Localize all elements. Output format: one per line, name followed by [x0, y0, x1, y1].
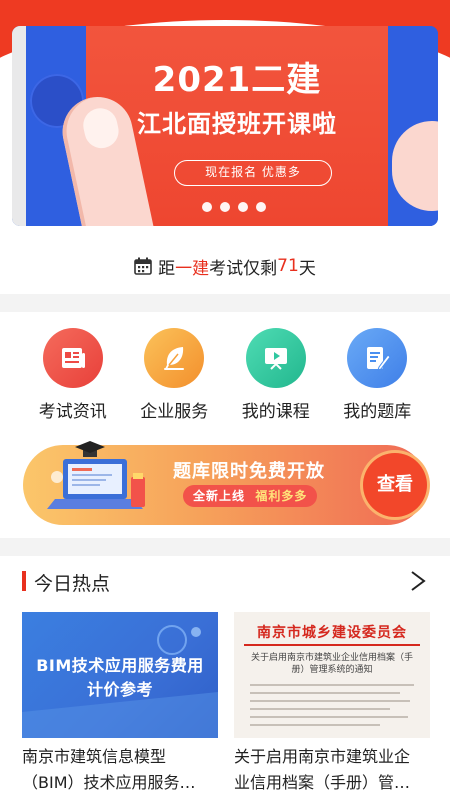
carousel-dot[interactable]: [202, 202, 212, 212]
countdown-days: 71: [277, 256, 299, 276]
countdown-exam-name: 一建: [175, 258, 210, 279]
news-thumbnail: BIM技术应用服务费用 计价参考: [22, 612, 218, 738]
news-caption: 关于启用南京市建筑业企 业信用档案（手册）管…: [234, 744, 430, 796]
document-text-line: [250, 724, 380, 726]
thumbnail-title-line: 计价参考: [86, 680, 153, 699]
document-text-line: [250, 700, 410, 702]
exam-countdown: 距 一建 考试仅剩 71 天: [0, 246, 450, 286]
caption-line: 南京市建筑信息模型: [22, 747, 167, 766]
newspaper-icon: [42, 328, 103, 388]
chevron-right-icon[interactable]: [404, 566, 430, 596]
section-title: 今日热点: [34, 573, 111, 595]
hot-news-header: 今日热点: [22, 566, 430, 596]
thumbnail-title: BIM技术应用服务费用 计价参考: [22, 654, 218, 702]
document-text-line: [250, 684, 414, 686]
entry-label: 我的课程: [241, 402, 310, 422]
promo-tagline: 全新上线 福利多多: [183, 485, 318, 507]
entry-label: 我的题库: [343, 402, 412, 422]
entry-my-question-bank[interactable]: 我的题库: [327, 328, 427, 428]
feather-icon: [144, 328, 205, 388]
promo-view-button[interactable]: 查看: [363, 453, 427, 517]
section-divider: [0, 294, 450, 312]
carousel-dot[interactable]: [220, 202, 230, 212]
entry-label: 考试资讯: [38, 402, 107, 422]
section-divider: [0, 538, 450, 556]
carousel-dot[interactable]: [256, 202, 266, 212]
entry-label: 企业服务: [140, 402, 209, 422]
countdown-prefix: 距: [158, 258, 176, 279]
banner-decoration: [12, 26, 26, 226]
carousel-indicator: [202, 202, 266, 212]
document-text-line: [250, 692, 400, 694]
caption-line: （BIM）技术应用服务…: [22, 773, 196, 792]
promo-banner-carousel[interactable]: 2021二建 江北面授班开课啦 现在报名 优惠多: [12, 26, 438, 226]
document-rule: [244, 644, 420, 646]
banner-signup-button[interactable]: 现在报名 优惠多: [174, 160, 332, 186]
countdown-middle: 考试仅剩: [209, 258, 278, 279]
quick-entry-grid: 考试资讯 企业服务 我的课程 我的题库: [0, 328, 450, 428]
online-study-illustration: [47, 441, 145, 509]
countdown-suffix: 天: [298, 258, 316, 279]
video-lesson-icon: [245, 328, 306, 388]
document-title: 关于启用南京市建筑业企业信用档案（手册）管理系统的通知: [250, 653, 413, 675]
document-header: 南京市城乡建设委员会: [257, 625, 407, 641]
news-card[interactable]: BIM技术应用服务费用 计价参考 南京市建筑信息模型 （BIM）技术应用服务…: [22, 612, 218, 796]
caption-line: 业信用档案（手册）管…: [234, 773, 411, 792]
promo-tagline-benefit: 福利多多: [255, 489, 308, 503]
banner-title: 2021二建: [152, 60, 322, 100]
entry-exam-news[interactable]: 考试资讯: [23, 328, 123, 428]
hot-news-list: BIM技术应用服务费用 计价参考 南京市建筑信息模型 （BIM）技术应用服务… …: [22, 612, 430, 796]
edit-document-icon: [347, 328, 408, 388]
entry-my-courses[interactable]: 我的课程: [226, 328, 326, 428]
banner-subtitle: 江北面授班开课啦: [137, 110, 337, 138]
promo-tagline-new: 全新上线: [193, 489, 246, 503]
entry-enterprise-service[interactable]: 企业服务: [124, 328, 224, 428]
calendar-icon: [134, 257, 152, 275]
caption-line: 关于启用南京市建筑业企: [234, 747, 411, 766]
news-card[interactable]: 南京市城乡建设委员会 关于启用南京市建筑业企业信用档案（手册）管理系统的通知 关…: [234, 612, 430, 796]
section-accent-bar: [22, 571, 26, 591]
carousel-dot[interactable]: [238, 202, 248, 212]
document-text-line: [250, 708, 390, 710]
thumbnail-title-line: BIM技术应用服务费用: [36, 656, 204, 675]
document-text-line: [250, 716, 408, 718]
question-bank-promo-banner[interactable]: 题库限时免费开放 全新上线 福利多多 查看: [23, 441, 427, 525]
promo-title: 题库限时免费开放: [173, 461, 325, 482]
news-thumbnail: 南京市城乡建设委员会 关于启用南京市建筑业企业信用档案（手册）管理系统的通知: [234, 612, 430, 738]
news-caption: 南京市建筑信息模型 （BIM）技术应用服务…: [22, 744, 218, 796]
